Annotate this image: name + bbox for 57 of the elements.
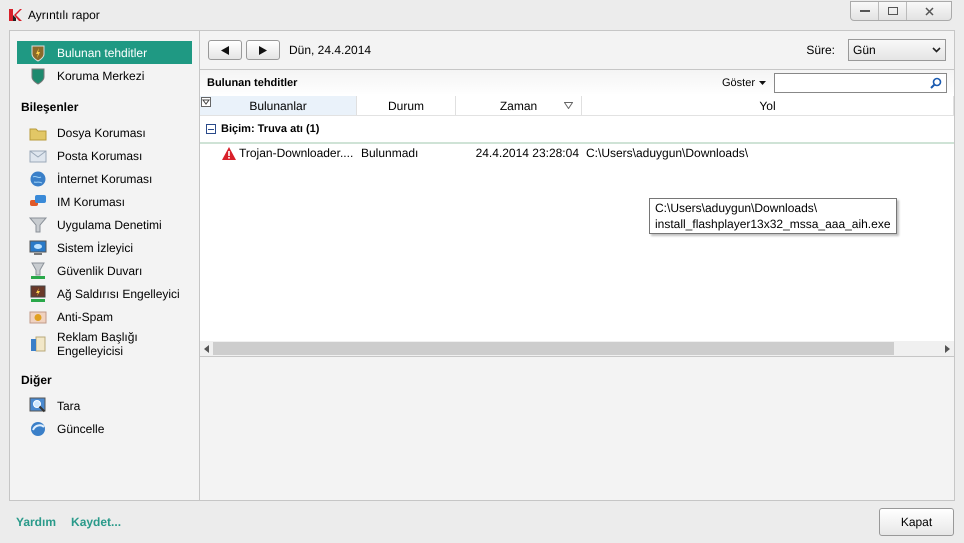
- search-icon: [930, 77, 942, 89]
- funnel-icon: [29, 216, 47, 234]
- monitor-icon: [29, 238, 47, 256]
- sidebar-item[interactable]: Posta Koruması: [17, 144, 192, 167]
- sidebar-item[interactable]: Anti-Spam: [17, 305, 192, 328]
- sidebar-item[interactable]: Tara: [17, 394, 192, 417]
- path-tooltip: C:\Users\aduygun\Downloads\ install_flashplayer13x32_mssa_aaa_aih.exe: [649, 198, 896, 234]
- sidebar-item[interactable]: Sistem İzleyici: [17, 236, 192, 259]
- column-header[interactable]: Bulunanlar: [200, 96, 357, 115]
- sort-icon: [564, 102, 573, 109]
- horizontal-scrollbar[interactable]: [200, 341, 954, 356]
- table-cell-text: 24.4.2014 23:28:04: [476, 145, 579, 162]
- scroll-right-icon: [945, 344, 950, 352]
- sidebar-item[interactable]: Güncelle: [17, 417, 192, 440]
- left-arrow-icon: [221, 46, 229, 54]
- period-label: Süre:: [806, 42, 835, 59]
- back-button[interactable]: [208, 40, 242, 60]
- table-cell-text: Trojan-Downloader....: [239, 145, 354, 162]
- sidebar-item[interactable]: IM Koruması: [17, 190, 192, 213]
- sidebar-item[interactable]: Güvenlik Duvarı: [17, 259, 192, 282]
- collapse-toggle[interactable]: [206, 124, 216, 134]
- sidebar-item[interactable]: Reklam Başlığı Engelleyicisi: [17, 328, 192, 360]
- show-menu-button[interactable]: Göster: [722, 74, 766, 92]
- caret-icon: [759, 81, 766, 85]
- forward-button[interactable]: [246, 40, 280, 60]
- scan-icon: [29, 396, 47, 414]
- shield-icon: [29, 66, 47, 84]
- column-header[interactable]: Zaman: [456, 96, 582, 115]
- column-header[interactable]: Durum: [357, 96, 456, 115]
- section-heading: Diğer: [20, 372, 53, 389]
- search-field[interactable]: [774, 73, 947, 93]
- section-heading: Bileşenler: [20, 99, 80, 116]
- window-title: Ayrıntılı rapor: [28, 7, 100, 24]
- date-label: Dün, 24.4.2014: [289, 42, 372, 59]
- app-logo-icon: [8, 8, 22, 22]
- panel-title: Bulunan tehditler: [207, 76, 298, 91]
- warning-icon: [222, 146, 236, 160]
- table-cell-text: Bulunmadı: [361, 145, 418, 162]
- table-cell-text: C:\Users\aduygun\Downloads\: [586, 145, 748, 162]
- group-label: Biçim: Truva atı (1): [221, 122, 320, 137]
- globe-icon: [29, 170, 47, 188]
- sidebar-item[interactable]: Ağ Saldırısı Engelleyici: [17, 282, 192, 305]
- close-icon: [924, 6, 934, 16]
- right-arrow-icon: [259, 46, 267, 54]
- scroll-left-icon: [204, 344, 209, 352]
- sidebar-item[interactable]: Uygulama Denetimi: [17, 213, 192, 236]
- sidebar-item[interactable]: Bulunan tehditler: [17, 41, 192, 64]
- column-header[interactable]: Yol: [582, 96, 954, 115]
- filter-icon: [201, 97, 211, 107]
- sidebar-item[interactable]: İnternet Koruması: [17, 167, 192, 190]
- sidebar-item[interactable]: Dosya Koruması: [17, 121, 192, 144]
- shield-bolt-icon: [29, 44, 47, 62]
- close-dialog-button[interactable]: Kapat: [879, 508, 954, 536]
- period-dropdown[interactable]: Gün: [848, 39, 946, 61]
- update-icon: [29, 420, 47, 438]
- sidebar-item[interactable]: Koruma Merkezi: [17, 64, 192, 87]
- chevron-down-icon: [932, 47, 941, 53]
